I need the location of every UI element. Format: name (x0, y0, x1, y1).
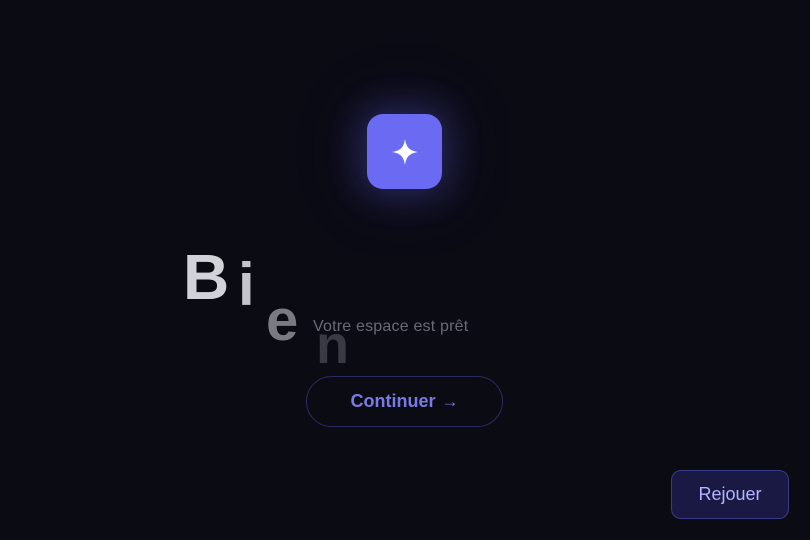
welcome-screen: B i e n Votre espace est prêt Continuer … (0, 0, 810, 540)
sparkle-icon (391, 138, 418, 165)
welcome-letter: i (238, 251, 255, 318)
welcome-letter: e (266, 288, 299, 353)
app-logo (367, 114, 442, 189)
replay-button[interactable]: Rejouer (671, 470, 789, 519)
continue-button[interactable]: Continuer → (306, 376, 503, 427)
subtitle: Votre espace est prêt (313, 318, 469, 335)
continue-button-label: Continuer (350, 391, 436, 411)
replay-button-label: Rejouer (698, 484, 762, 504)
welcome-letter: B (183, 241, 230, 313)
arrow-right-icon: → (441, 391, 459, 411)
